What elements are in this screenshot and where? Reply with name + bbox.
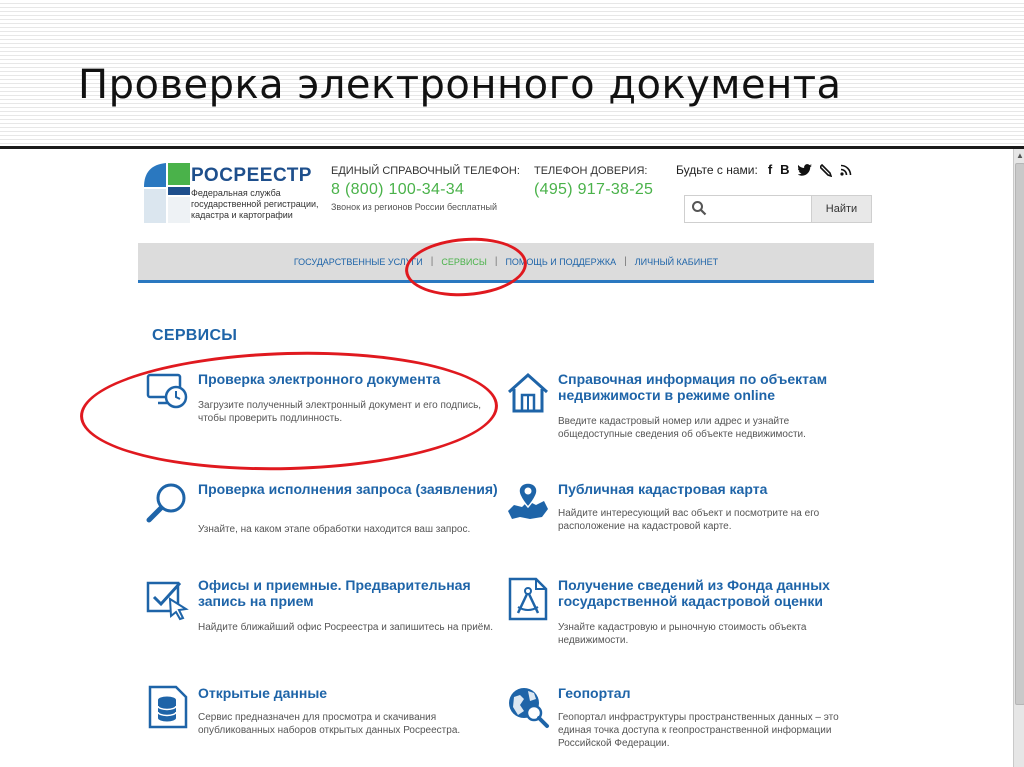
scrollbar-thumb[interactable] <box>1015 163 1024 705</box>
service-description: Сервис предназначен для просмотра и скач… <box>198 712 461 736</box>
service-description: Узнайте, на каком этапе обработки находи… <box>198 524 471 535</box>
scroll-up-arrow-icon[interactable]: ▲ <box>1016 151 1024 160</box>
globe-search-icon <box>509 688 549 728</box>
service-title[interactable]: Открытые данные <box>198 685 498 701</box>
contact-trust-line: ТЕЛЕФОН ДОВЕРИЯ: (495) 917-38-25 <box>534 165 653 199</box>
search-input[interactable] <box>713 197 813 223</box>
service-title[interactable]: Проверка исполнения запроса (заявления) <box>198 481 498 497</box>
service-card-property-info[interactable]: Справочная информация по объектам недвиж… <box>506 371 851 441</box>
rosreestr-logo-icon <box>144 163 190 223</box>
magnifier-icon <box>146 483 186 523</box>
contact-phone[interactable]: 8 (800) 100-34-34 <box>331 181 520 199</box>
checkbox-cursor-icon <box>146 581 189 621</box>
slide-header: Проверка электронного документа <box>0 0 1024 148</box>
search-box: Найти <box>684 195 872 223</box>
vk-icon[interactable]: B <box>780 163 789 177</box>
slide-title: Проверка электронного документа <box>78 62 842 108</box>
service-card-cadastral-map[interactable]: Публичная кадастровая карта Найдите инте… <box>506 481 851 551</box>
service-title[interactable]: Публичная кадастровая карта <box>558 481 858 497</box>
database-icon <box>148 685 188 729</box>
contact-label: ЕДИНЫЙ СПРАВОЧНЫЙ ТЕЛЕФОН: <box>331 165 520 177</box>
contact-label: ТЕЛЕФОН ДОВЕРИЯ: <box>534 165 648 177</box>
service-title[interactable]: Офисы и приемные. Предварительная запись… <box>198 577 498 609</box>
service-description: Найдите ближайший офис Росреестра и запи… <box>198 622 493 633</box>
search-button[interactable]: Найти <box>811 195 872 223</box>
contact-note: Звонок из регионов России бесплатный <box>331 202 498 212</box>
social-links: Будьте с нами: f B <box>676 163 852 177</box>
service-card-valuation-fund[interactable]: Получение сведений из Фонда данных госуд… <box>506 577 851 647</box>
service-title[interactable]: Геопортал <box>558 685 858 701</box>
facebook-icon[interactable]: f <box>768 163 772 177</box>
service-title[interactable]: Получение сведений из Фонда данных госуд… <box>558 577 858 609</box>
service-description: Геопортал инфраструктуры пространственны… <box>558 712 839 749</box>
search-icon <box>692 201 707 216</box>
map-pin-icon <box>508 482 548 519</box>
service-description: Введите кадастровый номер или адрес и уз… <box>558 416 806 440</box>
compass-document-icon <box>508 577 548 621</box>
contact-phone[interactable]: (495) 917-38-25 <box>534 181 653 199</box>
twitter-icon[interactable] <box>797 164 812 176</box>
service-description: Найдите интересующий вас объект и посмот… <box>558 508 820 532</box>
vertical-scrollbar[interactable]: ▲ <box>1013 149 1024 767</box>
section-title: СЕРВИСЫ <box>152 327 238 344</box>
social-label: Будьте с нами: <box>676 163 758 177</box>
service-description: Узнайте кадастровую и рыночную стоимость… <box>558 622 807 646</box>
nav-item-personal-account[interactable]: ЛИЧНЫЙ КАБИНЕТ <box>627 257 726 267</box>
rss-icon[interactable] <box>839 164 852 176</box>
service-card-geoportal[interactable]: Геопортал Геопортал инфраструктуры прост… <box>506 685 851 755</box>
house-icon <box>507 372 549 413</box>
service-title[interactable]: Справочная информация по объектам недвиж… <box>558 371 858 403</box>
service-card-open-data[interactable]: Открытые данные Сервис предназначен для … <box>146 685 491 755</box>
logo-description: Федеральная служба государственной регис… <box>191 188 319 220</box>
livejournal-icon[interactable] <box>819 163 832 177</box>
service-card-offices[interactable]: Офисы и приемные. Предварительная запись… <box>146 577 493 647</box>
contact-helpline: ЕДИНЫЙ СПРАВОЧНЫЙ ТЕЛЕФОН: 8 (800) 100-3… <box>331 165 520 212</box>
logo-name: РОСРЕЕСТР <box>191 165 312 186</box>
service-card-request-status[interactable]: Проверка исполнения запроса (заявления) … <box>146 481 498 551</box>
